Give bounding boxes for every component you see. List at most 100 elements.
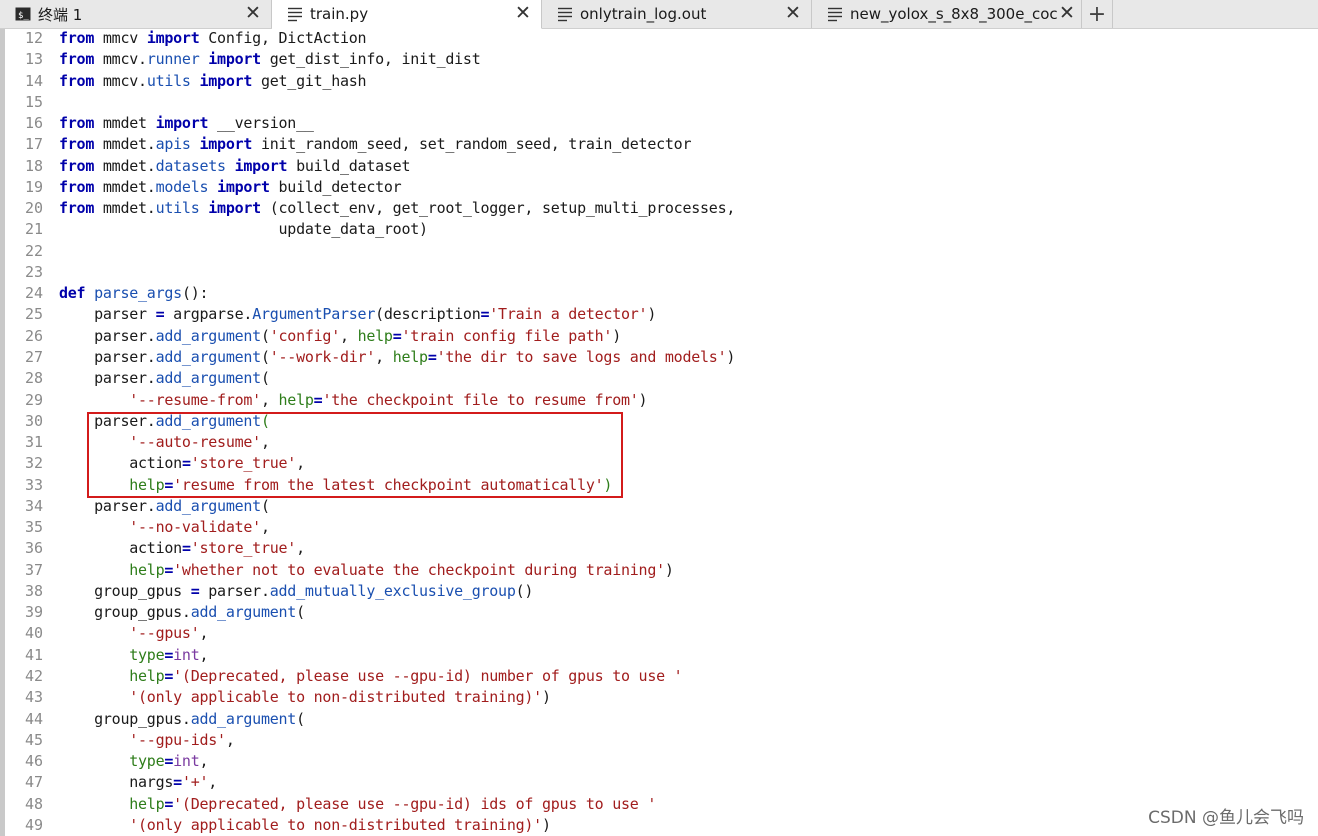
new-tab-button[interactable]: + [1082, 0, 1113, 28]
code-token: = [427, 347, 437, 366]
code-token: apis [155, 135, 191, 154]
line-number: 18 [24, 156, 43, 175]
code-token: = [173, 773, 182, 792]
code-token: 'Train a detector' [489, 305, 648, 324]
line-number: 31 [24, 433, 43, 452]
code-text: '(only applicable to non-distributed tra… [59, 687, 551, 708]
tab-label: new_yolox_s_8x8_300e_coco. [850, 5, 1072, 23]
code-token: , [208, 773, 218, 792]
code-token: 'the dir to save logs and models' [436, 347, 727, 366]
tab-train-py[interactable]: train.py ✕ [272, 0, 542, 29]
code-text: update_data_root) [59, 219, 429, 240]
code-token: from [59, 199, 95, 218]
highlight-box [87, 412, 623, 498]
line-number: 36 [24, 539, 43, 558]
code-token: parser. [199, 581, 270, 600]
code-token: parse_args [94, 284, 182, 303]
code-token: , [225, 730, 235, 749]
code-token: '+' [181, 773, 209, 792]
code-token: from [59, 156, 95, 175]
code-token: parser. [59, 347, 156, 366]
line-number: 41 [24, 645, 43, 664]
close-icon[interactable]: ✕ [513, 3, 533, 23]
code-token: ( [296, 709, 305, 728]
code-text: group_gpus.add_argument( [59, 602, 305, 623]
line-number: 22 [24, 241, 43, 260]
line-number: 17 [24, 135, 43, 154]
line-number: 19 [24, 177, 43, 196]
code-token: = [164, 752, 174, 771]
code-token: '--work-dir' [269, 347, 376, 366]
code-token: ) [541, 815, 551, 834]
code-token: import [217, 177, 270, 196]
code-token: ArgumentParser [252, 305, 376, 324]
tab-label: onlytrain_log.out [580, 5, 707, 23]
close-icon[interactable]: ✕ [783, 3, 803, 23]
close-icon[interactable]: ✕ [1057, 3, 1077, 23]
line-number: 47 [24, 773, 43, 792]
code-text: help='whether not to evaluate the checkp… [59, 560, 674, 581]
code-token: ) [647, 305, 657, 324]
code-token: help [129, 666, 165, 685]
code-token: '--no-validate' [129, 518, 261, 537]
code-token: mmcv [94, 29, 147, 47]
close-icon[interactable]: ✕ [243, 3, 263, 23]
code-token: = [164, 794, 174, 813]
code-text: help='(Deprecated, please use --gpu-id) … [59, 794, 656, 815]
line-number: 20 [24, 199, 43, 218]
code-text: type=int, [59, 645, 208, 666]
code-text: group_gpus.add_argument( [59, 709, 305, 730]
code-token: build_detector [269, 177, 402, 196]
line-number: 38 [24, 581, 43, 600]
code-token: '(Deprecated, please use --gpu-id) numbe… [173, 666, 683, 685]
code-token: int [173, 752, 200, 771]
line-number: 33 [24, 475, 43, 494]
code-text: from mmcv.runner import get_dist_info, i… [59, 49, 481, 70]
code-token: '--resume-from' [129, 390, 261, 409]
code-token: ( [260, 496, 270, 515]
line-number: 23 [24, 262, 43, 281]
file-text-icon [286, 5, 304, 23]
line-number: 15 [24, 92, 43, 111]
code-text: '--gpu-ids', [59, 730, 235, 751]
code-token: parser [59, 305, 156, 324]
tab-terminal-1[interactable]: $_ 终端 1 ✕ [0, 0, 272, 28]
code-token: mmcv. [94, 50, 147, 69]
code-token: utils [155, 199, 200, 218]
code-text: group_gpus = parser.add_mutually_exclusi… [59, 581, 533, 602]
code-text: type=int, [59, 751, 208, 772]
code-text: def parse_args(): [59, 283, 209, 304]
tab-onlytrain-log[interactable]: onlytrain_log.out ✕ [542, 0, 812, 28]
code-token: mmcv. [94, 71, 147, 90]
line-number: 24 [24, 284, 43, 303]
code-text: '(only applicable to non-distributed tra… [59, 815, 551, 836]
code-token: '--gpu-ids' [129, 730, 226, 749]
line-number: 35 [24, 518, 43, 537]
code-token: def [59, 284, 86, 303]
line-number: 21 [24, 220, 43, 239]
line-number: 30 [24, 411, 43, 430]
code-token: get_dist_info, init_dist [260, 50, 481, 69]
code-token: group_gpus [59, 581, 191, 600]
code-token: = [164, 560, 174, 579]
line-number: 27 [24, 347, 43, 366]
code-token: import [208, 199, 261, 218]
code-token: add_argument [155, 496, 262, 515]
code-token: import [155, 114, 209, 133]
tab-new-yolox-config[interactable]: new_yolox_s_8x8_300e_coco. ✕ [812, 0, 1082, 28]
code-token: mmdet. [94, 199, 156, 218]
code-token: datasets [155, 156, 227, 175]
code-token: nargs [59, 773, 174, 792]
code-token: , [199, 752, 209, 771]
code-editor[interactable]: 12 from mmcv import Config, DictAction 13 f… [0, 29, 1318, 836]
tab-label: 终端 1 [38, 5, 83, 24]
file-text-icon [826, 5, 844, 23]
code-token: import [199, 135, 253, 154]
line-number: 39 [24, 603, 43, 622]
line-number: 46 [24, 752, 43, 771]
